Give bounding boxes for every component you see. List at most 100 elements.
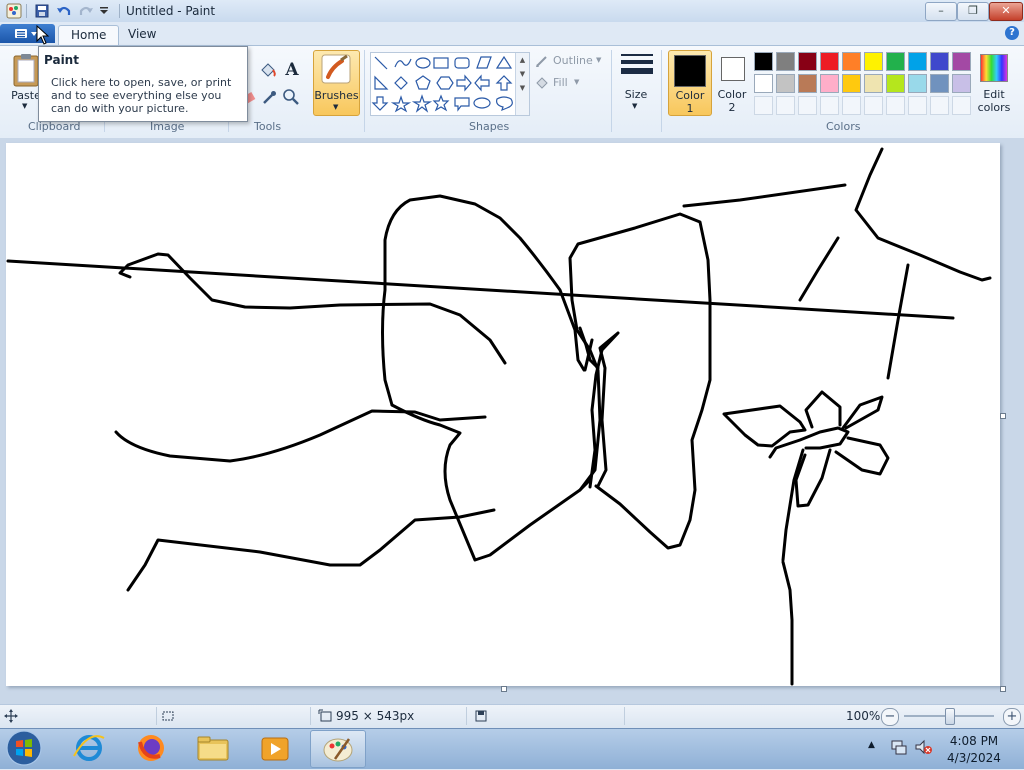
palette-swatch[interactable] xyxy=(754,74,773,93)
taskbar-internet-explorer[interactable] xyxy=(62,730,116,766)
taskbar-media-player[interactable] xyxy=(248,730,302,766)
edit-colors-label-line2: colors xyxy=(977,101,1011,114)
rainbow-icon xyxy=(980,54,1008,82)
status-separator xyxy=(624,707,625,725)
resize-handle-bottom[interactable] xyxy=(501,686,507,692)
magnifier-icon[interactable] xyxy=(282,88,300,106)
palette-swatch[interactable] xyxy=(776,52,795,71)
palette-swatch[interactable] xyxy=(820,74,839,93)
folder-icon xyxy=(197,736,229,761)
fill-button[interactable]: Fill ▼ xyxy=(534,75,606,92)
palette-custom-slot[interactable] xyxy=(798,96,817,115)
color2-label: Color xyxy=(717,88,747,101)
palette-custom-slot[interactable] xyxy=(952,96,971,115)
show-hidden-icons[interactable]: ▲ xyxy=(868,740,880,752)
color-palette xyxy=(754,52,974,116)
color2-swatch xyxy=(721,57,745,81)
palette-custom-slot[interactable] xyxy=(776,96,795,115)
tab-view[interactable]: View xyxy=(116,25,168,44)
palette-swatch[interactable] xyxy=(820,52,839,71)
tooltip-body: Click here to open, save, or print and t… xyxy=(51,76,232,115)
fill-bucket-icon[interactable] xyxy=(258,60,278,80)
resize-handle-corner[interactable] xyxy=(1000,686,1006,692)
palette-swatch[interactable] xyxy=(908,74,927,93)
redo-icon[interactable] xyxy=(78,3,94,19)
palette-custom-slot[interactable] xyxy=(864,96,883,115)
palette-custom-slot[interactable] xyxy=(842,96,861,115)
palette-swatch[interactable] xyxy=(952,52,971,71)
clock-time[interactable]: 4:08 PM xyxy=(944,734,1004,748)
color2-button[interactable]: Color 2 xyxy=(713,50,751,114)
brushes-button[interactable]: Brushes ▼ xyxy=(313,50,360,116)
volume-muted-icon[interactable] xyxy=(914,738,932,756)
taskbar-file-explorer[interactable] xyxy=(186,730,240,766)
color1-swatch xyxy=(674,55,706,87)
taskbar-firefox[interactable] xyxy=(124,730,178,766)
start-button[interactable] xyxy=(4,729,44,767)
maximize-button[interactable]: ❐ xyxy=(957,2,989,21)
chevron-down-icon: ▼ xyxy=(574,78,580,86)
size-button[interactable]: Size ▼ xyxy=(617,50,655,114)
media-player-icon xyxy=(261,737,289,761)
edit-colors-button[interactable]: Edit colors xyxy=(976,50,1012,114)
color2-number: 2 xyxy=(728,101,736,114)
palette-swatch[interactable] xyxy=(886,74,905,93)
gallery-scroll[interactable]: ▲ ▼ ▼ xyxy=(515,53,529,115)
tab-home[interactable]: Home xyxy=(58,25,120,45)
window-title: Untitled - Paint xyxy=(126,4,216,18)
save-icon[interactable] xyxy=(34,3,50,19)
palette-swatch[interactable] xyxy=(754,52,773,71)
zoom-out-button[interactable]: − xyxy=(881,708,899,726)
zoom-slider-thumb[interactable] xyxy=(945,708,955,725)
paint-app-icon[interactable] xyxy=(6,3,22,19)
palette-custom-slot[interactable] xyxy=(886,96,905,115)
edit-colors-label: Edit xyxy=(983,88,1005,101)
network-icon[interactable] xyxy=(890,738,908,756)
color1-button[interactable]: Color 1 xyxy=(668,50,712,116)
minimize-button[interactable]: – xyxy=(925,2,957,21)
firefox-icon xyxy=(138,735,164,761)
palette-swatch[interactable] xyxy=(798,74,817,93)
color-picker-icon[interactable] xyxy=(260,88,278,106)
resize-handle-right[interactable] xyxy=(1000,413,1006,419)
ribbon-separator xyxy=(661,50,662,132)
palette-custom-slot[interactable] xyxy=(820,96,839,115)
outline-button[interactable]: Outline ▼ xyxy=(534,53,606,70)
canvas-size-icon xyxy=(318,709,332,723)
drawing-canvas[interactable] xyxy=(6,143,1000,686)
palette-swatch[interactable] xyxy=(864,52,883,71)
palette-swatch[interactable] xyxy=(886,52,905,71)
quick-access-dropdown-icon[interactable] xyxy=(99,6,115,22)
zoom-in-button[interactable]: + xyxy=(1003,708,1021,726)
palette-swatch[interactable] xyxy=(842,52,861,71)
close-button[interactable]: ✕ xyxy=(989,2,1023,21)
palette-swatch[interactable] xyxy=(930,52,949,71)
palette-custom-slot[interactable] xyxy=(930,96,949,115)
palette-custom-slot[interactable] xyxy=(908,96,927,115)
palette-swatch[interactable] xyxy=(952,74,971,93)
brushes-label: Brushes xyxy=(314,89,359,102)
paint-menu-tooltip: Paint Click here to open, save, or print… xyxy=(38,46,248,122)
status-separator xyxy=(156,707,157,725)
palette-swatch[interactable] xyxy=(776,74,795,93)
shapes-gallery[interactable]: ▲ ▼ ▼ xyxy=(370,52,530,116)
color1-number: 1 xyxy=(686,102,694,115)
taskbar-paint[interactable] xyxy=(310,730,366,768)
palette-swatch[interactable] xyxy=(798,52,817,71)
palette-custom-slot[interactable] xyxy=(754,96,773,115)
palette-swatch[interactable] xyxy=(930,74,949,93)
undo-icon[interactable] xyxy=(56,3,72,19)
paint-icon xyxy=(323,738,353,762)
shapes-gallery-icons xyxy=(371,55,513,113)
palette-swatch[interactable] xyxy=(842,74,861,93)
help-icon[interactable]: ? xyxy=(1005,26,1019,40)
outline-icon xyxy=(536,56,547,67)
line-size-icon xyxy=(621,54,653,74)
clock-date[interactable]: 4/3/2024 xyxy=(944,751,1004,765)
palette-swatch[interactable] xyxy=(864,74,883,93)
zoom-level: 100% xyxy=(846,709,881,723)
palette-swatch[interactable] xyxy=(908,52,927,71)
scroll-up-icon: ▲ xyxy=(519,56,526,64)
drawing-strokes xyxy=(6,147,992,686)
text-tool-icon[interactable]: A xyxy=(282,60,302,80)
